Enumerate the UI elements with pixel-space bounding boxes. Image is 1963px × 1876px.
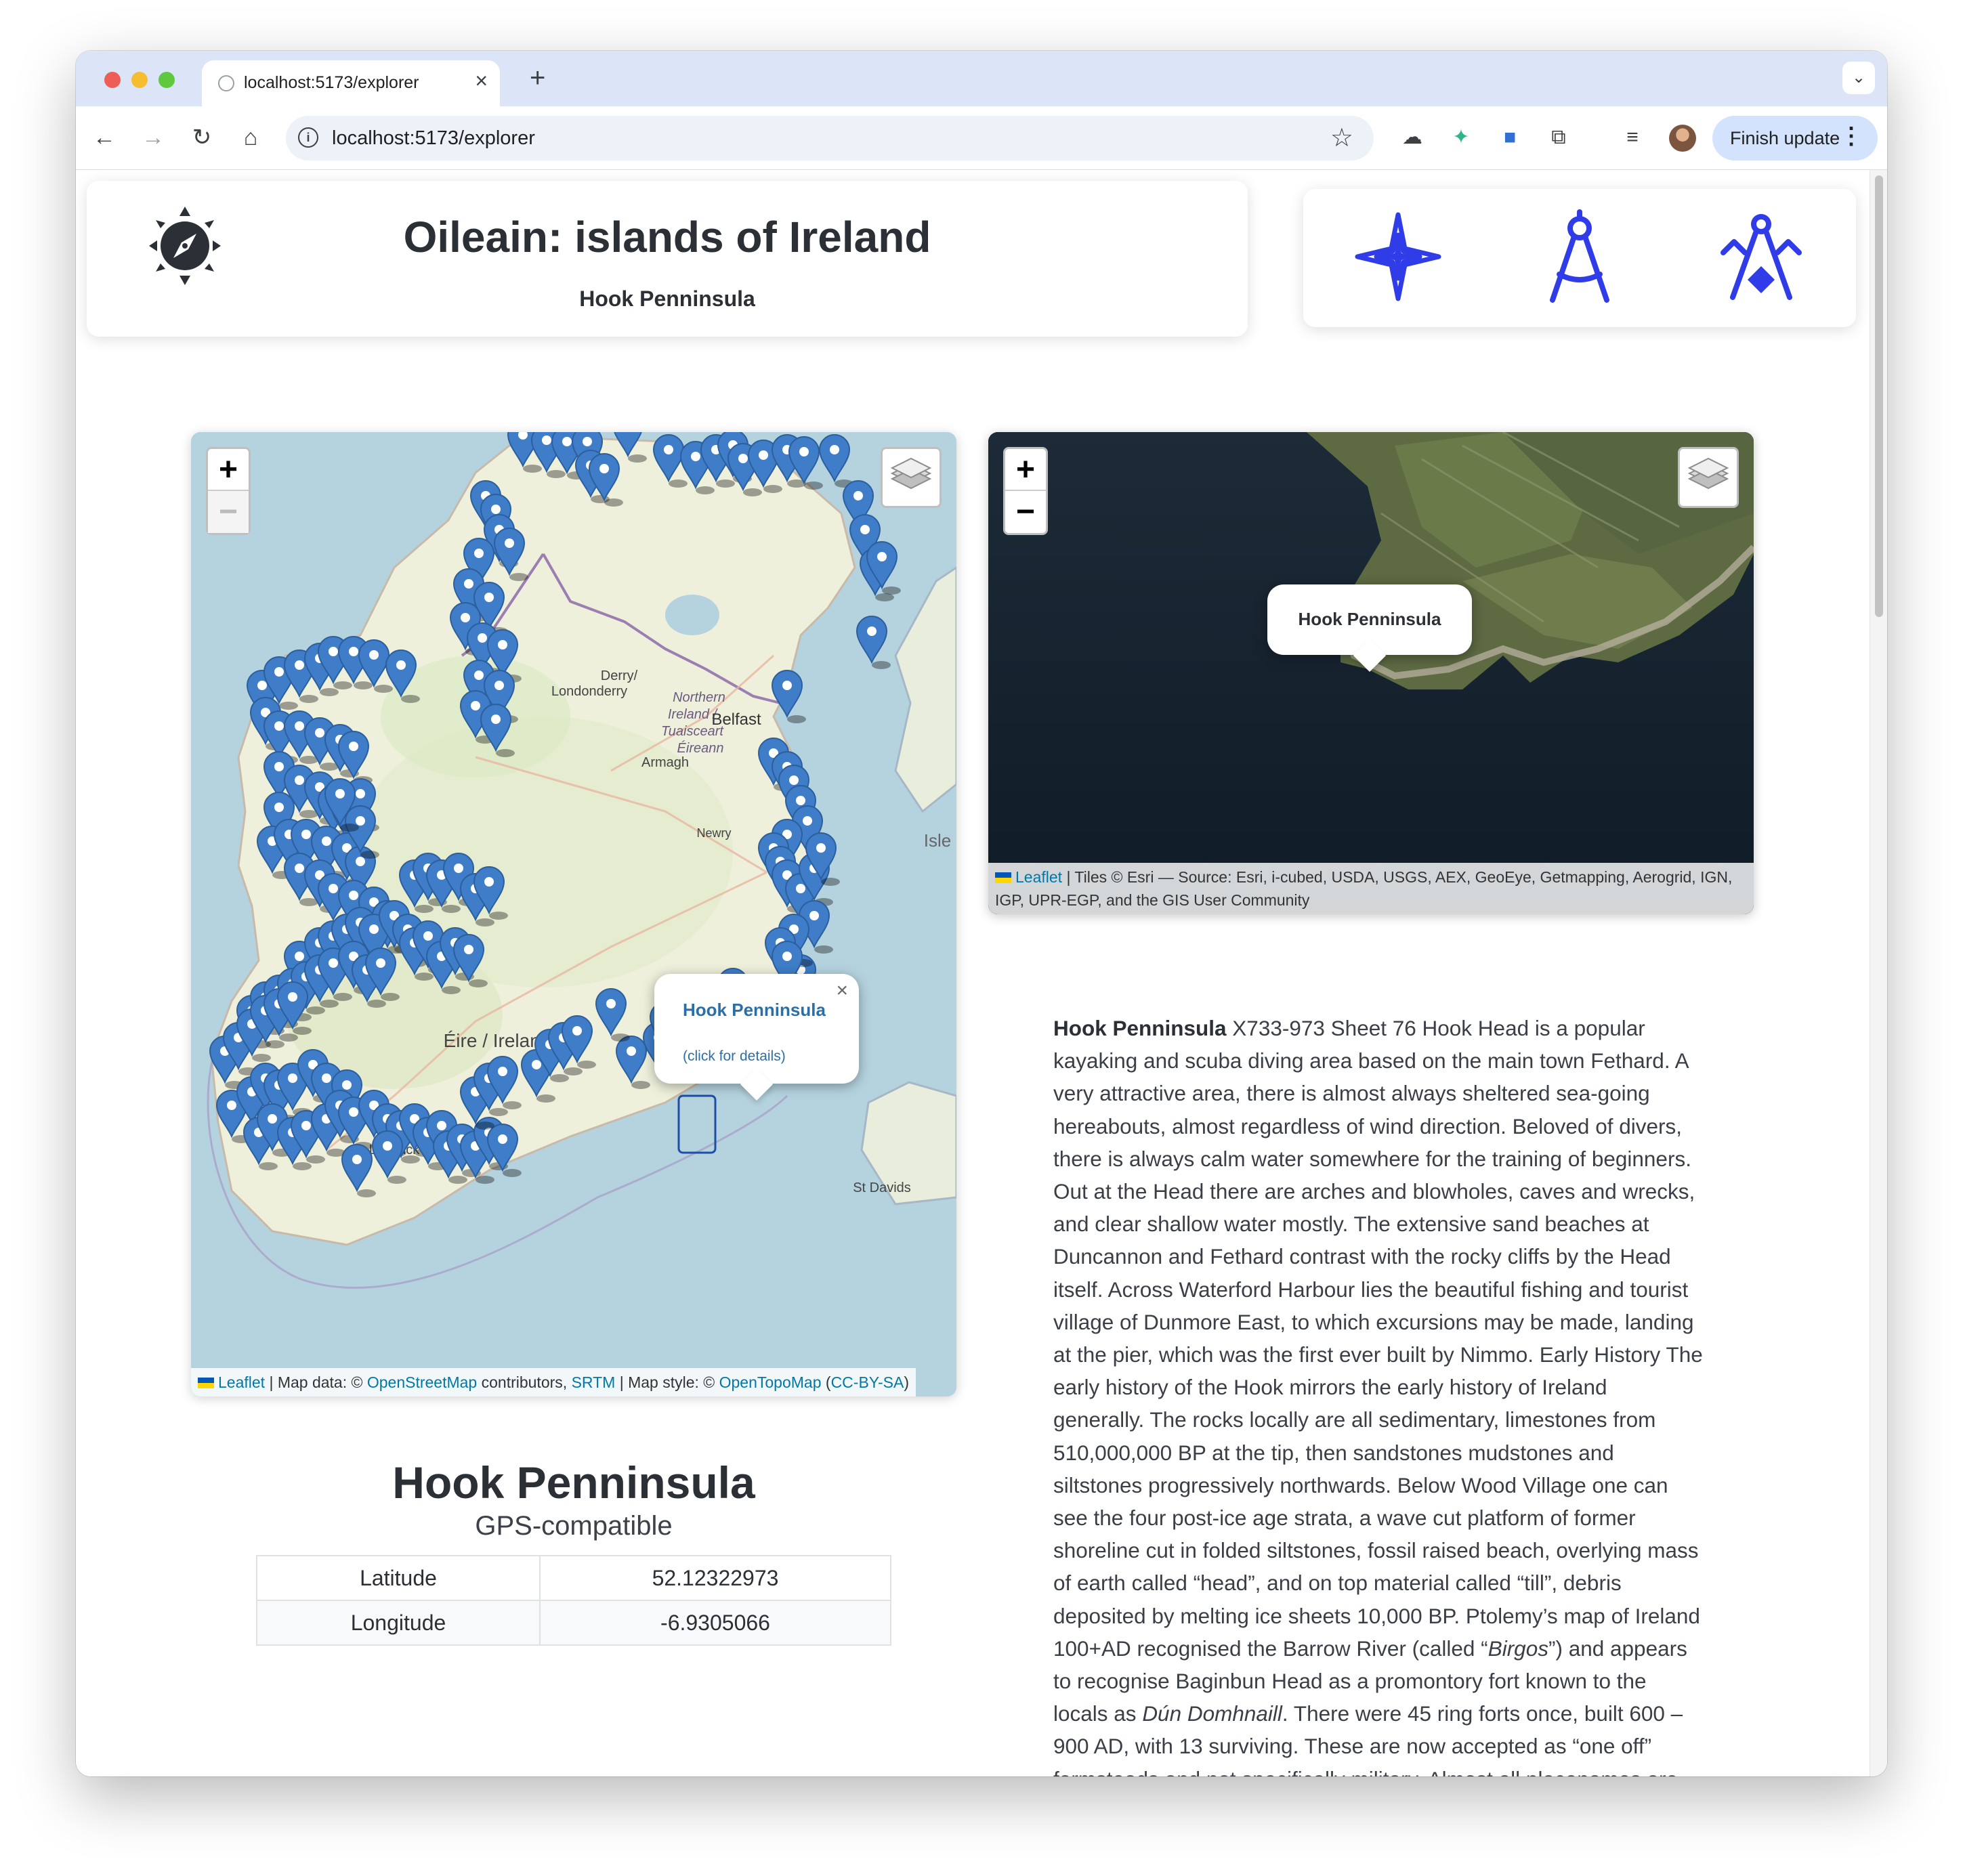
reading-list-icon[interactable]: ≡ (1620, 125, 1645, 150)
back-button[interactable]: ← (89, 123, 119, 152)
tab-title: localhost:5173/explorer (244, 73, 419, 92)
place-description: Hook Penninsula X733-973 Sheet 76 Hook H… (1053, 1016, 1703, 1776)
openstreetmap-link[interactable]: OpenStreetMap (367, 1373, 477, 1391)
table-row: Longitude -6.9305066 (256, 1600, 891, 1646)
map-place-label: Armagh (641, 755, 689, 770)
app-title: Oileain: islands of Ireland (403, 213, 931, 261)
browser-window: localhost:5173/explorer × + ⌄ ← → ↻ ⌂ i … (76, 51, 1887, 1776)
tools-card (1303, 189, 1856, 327)
right-zoom-in-button[interactable]: + (1005, 449, 1046, 491)
ireland-overview-map[interactable]: Derry/Londonderry Northern Ireland / Tuaisc… (191, 432, 956, 1397)
close-window-button[interactable] (104, 72, 121, 88)
address-bar[interactable]: i localhost:5173/explorer ☆ (286, 116, 1374, 161)
kebab-menu-icon[interactable]: ⋮ (1840, 123, 1863, 150)
selected-place-name: Hook Penninsula (579, 286, 755, 311)
left-map-popup[interactable]: × Hook Penninsula (click for details) (654, 974, 859, 1101)
leaflet-link[interactable]: Leaflet (1015, 868, 1062, 886)
description-place-name: Hook Penninsula (1053, 1016, 1227, 1040)
globe-icon (218, 75, 234, 91)
geometry-tools-icon[interactable] (1714, 209, 1809, 304)
left-layers-button[interactable] (881, 447, 942, 508)
drawing-compass-icon[interactable] (1532, 209, 1627, 304)
cloud-icon[interactable]: ☁ (1400, 125, 1424, 150)
hummingbird-extension-icon[interactable]: ✦ (1449, 125, 1473, 150)
ukraine-flag-icon (995, 872, 1011, 883)
left-zoom-in-button[interactable]: + (208, 449, 249, 491)
place-subtitle: GPS-compatible (475, 1511, 673, 1541)
layers-icon (890, 457, 932, 490)
site-info-icon[interactable]: i (298, 127, 318, 148)
map-place-label: St Davids (853, 1180, 911, 1195)
compass-rose-icon[interactable] (1351, 209, 1445, 304)
layers-icon (1687, 457, 1729, 490)
popup-title: Hook Penninsula (683, 1000, 826, 1020)
right-layers-button[interactable] (1678, 447, 1739, 508)
extension-blue-icon[interactable]: ■ (1498, 125, 1522, 150)
address-url[interactable]: localhost:5173/explorer (332, 127, 535, 150)
left-map-attribution: Leaflet | Map data: © OpenStreetMap cont… (191, 1368, 916, 1397)
leaflet-link[interactable]: Leaflet (218, 1373, 265, 1391)
finish-update-button[interactable]: Finish update ⋮ (1712, 116, 1878, 161)
left-map-zoom-control: + − (206, 447, 251, 535)
right-map-popup[interactable]: Hook Penninsula (1267, 584, 1472, 673)
forward-button[interactable]: → (138, 123, 168, 152)
page-scrollbar[interactable] (1870, 170, 1887, 1776)
map-place-label: Northern (673, 690, 725, 705)
satellite-detail-map[interactable]: + − Hook Penninsula Leaflet | Tiles © Es… (988, 432, 1754, 914)
popup-close-button[interactable]: × (836, 979, 848, 1002)
home-button[interactable]: ⌂ (236, 123, 266, 152)
bookmark-star-icon[interactable]: ☆ (1330, 123, 1353, 153)
latitude-value: 52.12322973 (539, 1555, 891, 1601)
license-link[interactable]: CC-BY-SA (831, 1373, 904, 1391)
left-zoom-out-button[interactable]: − (208, 491, 249, 533)
popup-title: Hook Penninsula (1298, 609, 1441, 629)
profile-avatar[interactable] (1669, 125, 1696, 152)
map-place-label: Isle (924, 830, 951, 851)
ukraine-flag-icon (198, 1378, 214, 1388)
coordinates-table: Latitude 52.12322973 Longitude -6.930506… (256, 1555, 891, 1646)
longitude-label: Longitude (256, 1600, 541, 1646)
puzzle-extensions-icon[interactable]: ⧉ (1546, 125, 1571, 150)
right-map-zoom-control: + − (1003, 447, 1048, 535)
tab-search-button[interactable]: ⌄ (1842, 62, 1875, 94)
map-place-label: Londonderry (551, 684, 627, 699)
header-card: Oileain: islands of Ireland Hook Pennins… (87, 181, 1248, 337)
tab-close-button[interactable]: × (475, 70, 488, 91)
place-title: Hook Penninsula (392, 1457, 755, 1508)
page-viewport: Oileain: islands of Ireland Hook Pennins… (76, 170, 1887, 1776)
tab-strip: localhost:5173/explorer × + ⌄ (76, 51, 1887, 106)
map-place-label: Éireann (677, 740, 724, 756)
browser-tab[interactable]: localhost:5173/explorer × (202, 60, 500, 106)
longitude-value: -6.9305066 (539, 1600, 891, 1646)
topo-map-tiles[interactable]: Derry/Londonderry NorthernIreland /Tuaisc… (191, 432, 956, 1397)
scrollbar-thumb[interactable] (1875, 175, 1883, 617)
new-tab-button[interactable]: + (530, 64, 545, 91)
map-place-label: Derry/ (601, 668, 638, 683)
browser-toolbar: ← → ↻ ⌂ i localhost:5173/explorer ☆ ☁ ✦ … (76, 106, 1887, 170)
map-place-label: Newry (696, 826, 731, 840)
popup-details-link[interactable]: (click for details) (683, 1048, 786, 1065)
right-zoom-out-button[interactable]: − (1005, 491, 1046, 533)
reload-button[interactable]: ↻ (187, 123, 217, 152)
opentopomap-link[interactable]: OpenTopoMap (719, 1373, 822, 1391)
latitude-label: Latitude (256, 1555, 541, 1601)
map-place-label: Belfast (711, 710, 761, 729)
table-row: Latitude 52.12322973 (256, 1555, 891, 1601)
satellite-map-tiles[interactable] (988, 432, 1754, 914)
srtm-link[interactable]: SRTM (572, 1373, 616, 1391)
right-map-attribution: Leaflet | Tiles © Esri — Source: Esri, i… (988, 863, 1754, 914)
minimize-window-button[interactable] (131, 72, 148, 88)
maximize-window-button[interactable] (159, 72, 175, 88)
